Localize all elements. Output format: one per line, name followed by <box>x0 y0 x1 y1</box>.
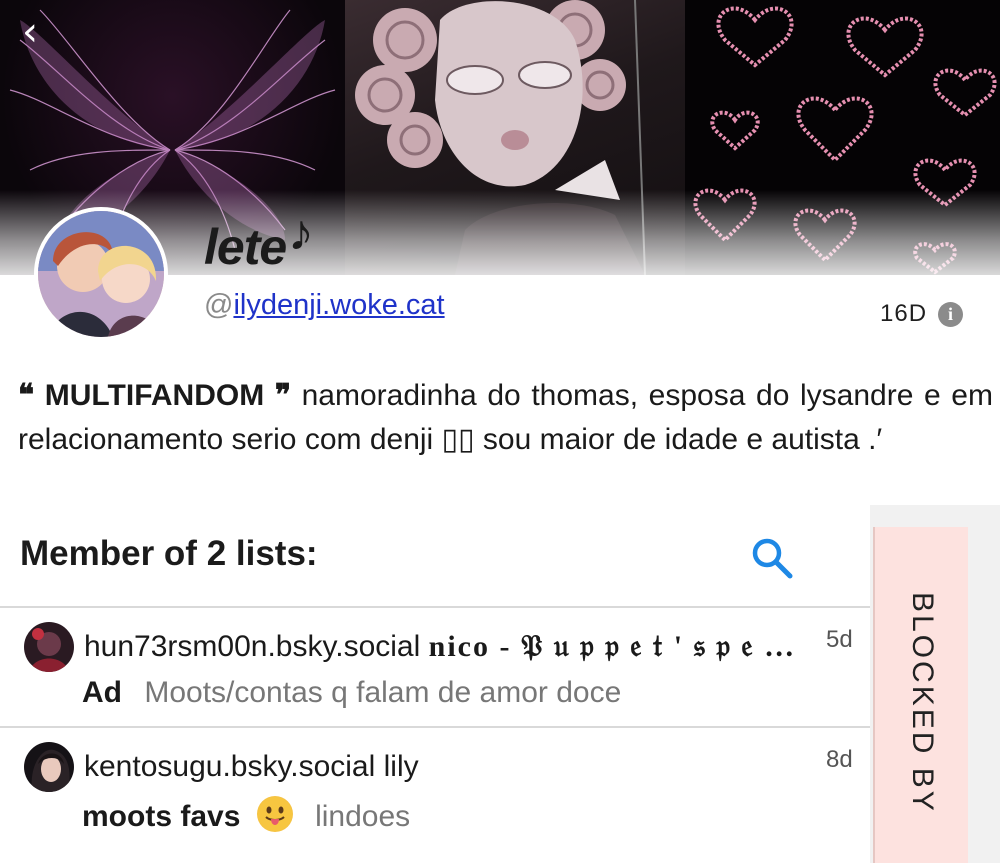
list-date: 5d <box>826 626 853 653</box>
list-owner-name: lily <box>383 750 419 783</box>
profile-bio: ❝ MULTIFANDOM ❞ namoradinha do thomas, e… <box>18 374 993 462</box>
list-owner-name: nico - 𝔓 𝔲 𝔭 𝔭 𝔢 𝔱 ' 𝔰 𝔭 𝔢 … <box>428 630 797 663</box>
bio-open-quote: ❝ <box>18 379 35 412</box>
list-description: lindoes <box>315 800 411 833</box>
list-owner-avatar <box>24 742 74 792</box>
list-owner-line: kentosugu.bsky.social lily <box>84 750 419 784</box>
profile-avatar[interactable] <box>34 207 168 341</box>
list-date: 8d <box>826 746 853 773</box>
profile-handle: @ilydenji.woke.cat <box>204 289 445 322</box>
info-icon[interactable]: i <box>938 302 963 327</box>
list-item[interactable]: kentosugu.bsky.social lily 8d moots favs… <box>0 728 860 863</box>
list-name[interactable]: moots favs <box>82 800 240 833</box>
music-note-icon: 𝅘𝅥𝅮 <box>292 218 310 256</box>
account-age: 16D <box>880 300 928 327</box>
search-icon[interactable] <box>748 534 796 582</box>
blocked-by-label: BLOCKED BY <box>906 592 939 814</box>
display-name: lete 𝅘𝅥𝅮 <box>204 218 310 276</box>
bio-close-quote: ❞ <box>274 379 291 412</box>
list-owner-handle[interactable]: kentosugu.bsky.social <box>84 750 375 783</box>
handle-at-symbol: @ <box>204 289 234 321</box>
list-owner-line: hun73rsm00n.bsky.social nico - 𝔓 𝔲 𝔭 𝔭 𝔢… <box>84 630 796 664</box>
tongue-out-emoji-icon <box>256 796 293 832</box>
list-name[interactable]: Ad <box>82 676 122 709</box>
list-owner-handle[interactable]: hun73rsm00n.bsky.social <box>84 630 420 663</box>
display-name-text: lete <box>204 219 287 275</box>
list-description: Moots/contas q falam de amor doce <box>144 676 622 709</box>
handle-link[interactable]: ilydenji.woke.cat <box>233 289 444 321</box>
list-info-line: Ad Moots/contas q falam de amor doce <box>82 676 621 710</box>
back-button[interactable]: ‹ <box>22 10 62 54</box>
list-owner-avatar <box>24 622 74 672</box>
lists-section-title: Member of 2 lists: <box>20 534 318 573</box>
list-info-line: moots favs lindoes <box>82 796 410 834</box>
bio-fandom: MULTIFANDOM <box>44 379 265 412</box>
list-item[interactable]: hun73rsm00n.bsky.social nico - 𝔓 𝔲 𝔭 𝔭 𝔢… <box>0 608 860 726</box>
